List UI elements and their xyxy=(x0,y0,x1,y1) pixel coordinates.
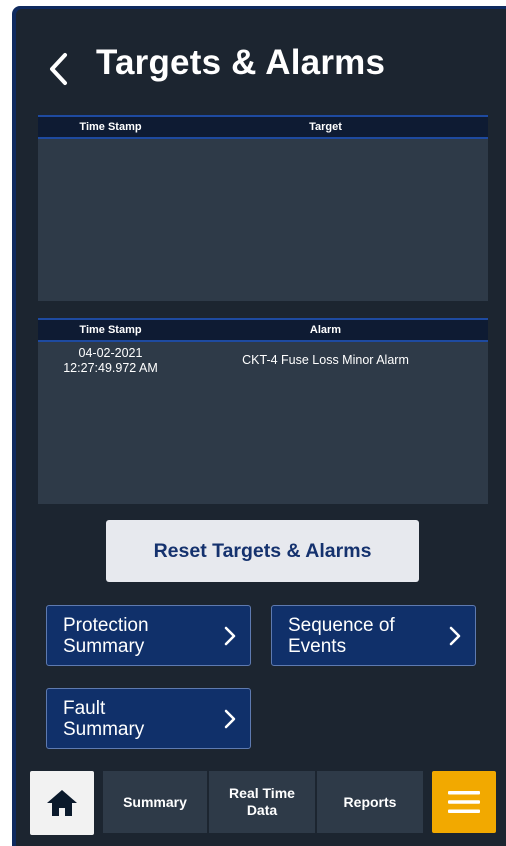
back-button[interactable] xyxy=(44,49,72,89)
chevron-right-icon xyxy=(449,626,461,646)
sequence-of-events-line2: Events xyxy=(288,636,347,657)
tab-reports-label: Reports xyxy=(344,794,397,811)
home-icon xyxy=(47,790,77,816)
fault-summary-line2: Summary xyxy=(63,719,145,740)
fault-summary-button[interactable]: Fault Summary xyxy=(46,688,251,749)
targets-table: Time Stamp Target xyxy=(38,115,488,301)
hamburger-menu-icon xyxy=(448,791,480,813)
tab-summary-label: Summary xyxy=(123,794,187,811)
fault-summary-label: Fault Summary xyxy=(63,698,144,740)
tab-real-time-data[interactable]: Real Time Data xyxy=(209,771,315,833)
alarms-table-header: Time Stamp Alarm xyxy=(38,318,488,342)
sequence-of-events-line1: Sequence of xyxy=(288,615,395,636)
chevron-left-icon xyxy=(50,53,67,85)
reset-targets-alarms-button[interactable]: Reset Targets & Alarms xyxy=(106,520,419,582)
chevron-right-icon xyxy=(224,626,236,646)
column-header-target: Target xyxy=(309,121,342,133)
tab-summary[interactable]: Summary xyxy=(103,771,207,833)
alarm-date: 04-02-2021 xyxy=(78,346,143,360)
alarm-timestamp: 04-02-2021 12:27:49.972 AM xyxy=(38,346,183,376)
tab-real-time-data-line1: Real Time xyxy=(229,785,295,801)
sequence-of-events-button[interactable]: Sequence of Events xyxy=(271,605,476,666)
app-screen: Targets & Alarms Time Stamp Target Time … xyxy=(16,9,506,846)
targets-table-header: Time Stamp Target xyxy=(38,115,488,139)
menu-button[interactable] xyxy=(432,771,496,833)
sequence-of-events-label: Sequence of Events xyxy=(288,615,395,657)
tab-reports[interactable]: Reports xyxy=(317,771,423,833)
protection-summary-button[interactable]: Protection Summary xyxy=(46,605,251,666)
column-header-timestamp: Time Stamp xyxy=(79,324,142,336)
fault-summary-line1: Fault xyxy=(63,698,106,719)
header: Targets & Alarms xyxy=(16,9,506,119)
protection-summary-line2: Summary xyxy=(63,636,145,657)
protection-summary-line1: Protection xyxy=(63,615,149,636)
protection-summary-label: Protection Summary xyxy=(63,615,149,657)
page-title: Targets & Alarms xyxy=(96,43,386,82)
column-header-timestamp: Time Stamp xyxy=(79,121,142,133)
chevron-right-icon xyxy=(224,709,236,729)
column-header-alarm: Alarm xyxy=(309,324,342,336)
alarm-description: CKT-4 Fuse Loss Minor Alarm xyxy=(242,353,409,367)
home-button[interactable] xyxy=(30,771,94,835)
alarms-table: Time Stamp Alarm 04-02-2021 12:27:49.972… xyxy=(38,318,488,504)
tab-real-time-data-line2: Data xyxy=(246,802,278,818)
alarm-time: 12:27:49.972 AM xyxy=(63,361,158,375)
table-row[interactable]: 04-02-2021 12:27:49.972 AM CKT-4 Fuse Lo… xyxy=(38,342,488,376)
tab-summary-line1: Summary xyxy=(123,793,187,810)
tab-real-time-data-label: Real Time Data xyxy=(229,785,295,819)
tab-reports-line1: Reports xyxy=(343,793,397,810)
bottom-nav: Summary Real Time Data Reports xyxy=(16,764,506,846)
